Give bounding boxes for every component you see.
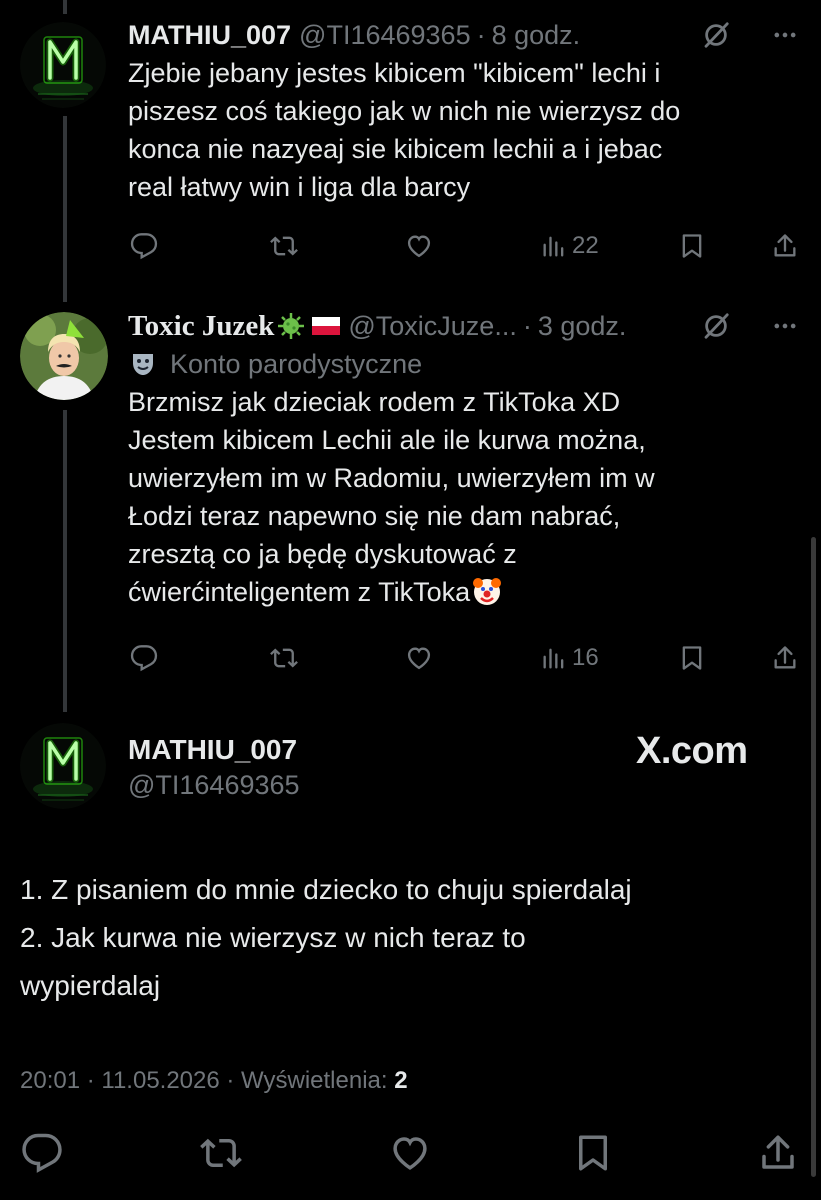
bookmark-button[interactable] <box>678 644 706 672</box>
tweet-line: Jestem kibicem Lechii ale ile kurwa możn… <box>128 425 646 455</box>
grok-icon[interactable] <box>701 311 731 341</box>
author-handle[interactable]: @ToxicJuze... <box>348 311 516 342</box>
avatar-toxic-juzek[interactable] <box>20 312 108 400</box>
thread-line-mid <box>63 116 67 302</box>
tweet-line: zresztą co ja będę dyskutować z <box>128 539 517 569</box>
thread-line-bottom <box>63 410 67 712</box>
tweet-time[interactable]: 8 godz. <box>492 20 581 51</box>
heart-icon <box>405 232 433 260</box>
bookmark-icon <box>678 644 706 672</box>
tweet-time[interactable]: 3 godz. <box>538 311 627 342</box>
focus-author-name[interactable]: MATHIU_007 <box>128 734 297 766</box>
tweet-line: wypierdalaj <box>20 970 161 1001</box>
clown-emoji <box>473 577 502 605</box>
tweet-line: Zjebie jebany jestes kibicem "kibicem" l… <box>128 58 661 88</box>
tweet-line: ćwierćinteligentem z TikToka <box>128 577 471 607</box>
author-name[interactable]: MATHIU_007 <box>128 20 291 51</box>
bookmark-button[interactable] <box>678 232 706 260</box>
tweet-header: MATHIU_007 @TI16469365 · 8 godz. <box>128 16 821 54</box>
tweet-1[interactable]: MATHIU_007 @TI16469365 · 8 godz. Zjebie … <box>128 16 821 206</box>
like-button[interactable] <box>405 644 433 672</box>
tweet-2-actions: 16 <box>130 638 800 678</box>
tweet-line: 1. Z pisaniem do mnie dziecko to chuju s… <box>20 874 632 905</box>
neon-m-logo <box>20 723 106 809</box>
thread-line-top <box>63 0 67 14</box>
avatar-mathiu[interactable] <box>20 22 106 108</box>
repost-icon <box>270 644 298 672</box>
xcom-watermark: X.com <box>636 730 748 772</box>
bookmark-icon <box>678 232 706 260</box>
profile-photo <box>20 312 108 400</box>
author-name[interactable]: Toxic Juzek <box>128 310 274 343</box>
grok-icon[interactable] <box>701 20 731 50</box>
share-icon <box>771 644 799 672</box>
focus-author-handle[interactable]: @TI16469365 <box>128 770 300 801</box>
tweet-meta: 20:01 · 11.05.2026 · Wyświetlenia: 2 <box>20 1067 408 1095</box>
reply-button[interactable] <box>130 232 158 260</box>
views-button[interactable]: 22 <box>540 232 599 260</box>
more-icon[interactable] <box>771 312 799 340</box>
tweet-line: konca nie nazyeaj sie kibicem lechii a i… <box>128 134 663 164</box>
tweet-1-actions: 22 <box>130 226 800 266</box>
repost-button[interactable] <box>270 232 298 260</box>
reply-icon <box>130 232 158 260</box>
neon-m-logo <box>20 22 106 108</box>
separator-dot: · <box>522 310 532 341</box>
views-count: 22 <box>572 232 599 259</box>
repost-icon[interactable] <box>200 1132 242 1174</box>
tweet-text: Zjebie jebany jestes kibicem "kibicem" l… <box>128 54 808 206</box>
separator-dot: · <box>476 19 486 50</box>
views-bar-icon <box>540 644 568 672</box>
focus-action-bar <box>0 1132 821 1180</box>
like-button[interactable] <box>405 232 433 260</box>
share-icon <box>771 232 799 260</box>
tweet-text: Brzmisz jak dzieciak rodem z TikToka XD … <box>128 383 808 611</box>
tweet-2[interactable]: Toxic Juzek @ToxicJuze... · 3 godz. Kont… <box>128 307 821 611</box>
avatar-mathiu-focus[interactable] <box>20 723 106 809</box>
views-total[interactable]: 2 <box>394 1067 407 1094</box>
heart-icon <box>405 644 433 672</box>
tweet-line: 2. Jak kurwa nie wierzysz w nich teraz t… <box>20 922 526 953</box>
parody-label: Konto parodystyczne <box>128 345 821 383</box>
repost-icon <box>270 232 298 260</box>
author-handle[interactable]: @TI16469365 <box>299 20 471 51</box>
views-bar-icon <box>540 232 568 260</box>
reply-icon[interactable] <box>21 1132 63 1174</box>
timestamp[interactable]: 20:01 · 11.05.2026 · Wyświetlenia: <box>20 1067 394 1094</box>
share-icon[interactable] <box>757 1132 799 1174</box>
share-button[interactable] <box>771 644 799 672</box>
tweet-line-last: ćwierćinteligentem z TikToka <box>128 573 808 611</box>
reply-icon <box>130 644 158 672</box>
parody-label-text: Konto parodystyczne <box>170 349 423 379</box>
reply-button[interactable] <box>130 644 158 672</box>
heart-icon[interactable] <box>389 1132 431 1174</box>
focus-tweet-text: 1. Z pisaniem do mnie dziecko to chuju s… <box>20 866 800 1010</box>
tweet-line: Brzmisz jak dzieciak rodem z TikToka XD <box>128 387 621 417</box>
scrollbar[interactable] <box>811 537 816 1177</box>
tweet-line: uwierzyłem im w Radomiu, uwierzyłem im w <box>128 463 655 493</box>
repost-button[interactable] <box>270 644 298 672</box>
theater-masks-icon <box>133 354 153 375</box>
poland-flag-emoji <box>312 317 341 335</box>
tweet-line: piszesz coś takiego jak w nich nie wierz… <box>128 96 681 126</box>
views-button[interactable]: 16 <box>540 644 599 672</box>
bookmark-icon[interactable] <box>572 1132 614 1174</box>
tweet-line: real łatwy win i liga dla barcy <box>128 172 471 202</box>
virus-emoji <box>278 313 305 339</box>
tweet-header: Toxic Juzek @ToxicJuze... · 3 godz. <box>128 307 821 345</box>
tweet-line: Łodzi teraz napewno się nie dam nabrać, <box>128 501 621 531</box>
more-icon[interactable] <box>771 21 799 49</box>
views-count: 16 <box>572 644 599 671</box>
share-button[interactable] <box>771 232 799 260</box>
